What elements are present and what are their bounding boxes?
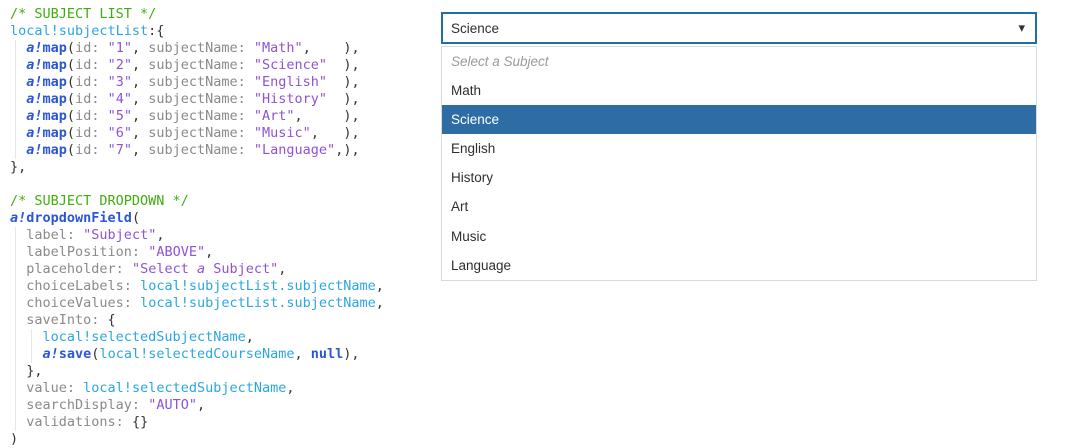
- code-line: searchDisplay: "AUTO",: [10, 397, 384, 414]
- indent-guide: [15, 40, 16, 159]
- code-line: a!map(id: "2", subjectName: "Science" ),: [10, 57, 384, 74]
- code-line: local!selectedSubjectName,: [10, 329, 384, 346]
- dropdown-option-language[interactable]: Language: [442, 251, 1036, 280]
- subject-dropdown-control[interactable]: Science ▾: [441, 12, 1037, 44]
- code-line: ): [10, 431, 384, 448]
- code-line: saveInto: {: [10, 312, 384, 329]
- code-line: /* SUBJECT DROPDOWN */: [10, 193, 384, 210]
- expression-editor-code[interactable]: /* SUBJECT LIST */local!subjectList:{ a!…: [10, 6, 384, 448]
- indent-guide: [15, 227, 16, 431]
- code-line: validations: {}: [10, 414, 384, 431]
- code-line: a!map(id: "7", subjectName: "Language",)…: [10, 142, 384, 159]
- dropdown-option-math[interactable]: Math: [442, 76, 1036, 105]
- indent-guide: [31, 329, 32, 363]
- code-line: /* SUBJECT LIST */: [10, 6, 384, 23]
- dropdown-option-music[interactable]: Music: [442, 222, 1036, 251]
- dropdown-option-history[interactable]: History: [442, 163, 1036, 192]
- code-line: label: "Subject",: [10, 227, 384, 244]
- code-line: a!save(local!selectedCourseName, null),: [10, 346, 384, 363]
- code-line: [10, 176, 384, 193]
- code-line: value: local!selectedSubjectName,: [10, 380, 384, 397]
- code-line: choiceValues: local!subjectList.subjectN…: [10, 295, 384, 312]
- code-line: placeholder: "Select a Subject",: [10, 261, 384, 278]
- code-line: a!dropdownField(: [10, 210, 384, 227]
- chevron-down-icon: ▾: [1018, 22, 1025, 35]
- code-line: a!map(id: "4", subjectName: "History" ),: [10, 91, 384, 108]
- code-line: a!map(id: "6", subjectName: "Music", ),: [10, 125, 384, 142]
- dropdown-option-art[interactable]: Art: [442, 192, 1036, 221]
- code-line: a!map(id: "5", subjectName: "Art", ),: [10, 108, 384, 125]
- code-line: a!map(id: "3", subjectName: "English" ),: [10, 74, 384, 91]
- code-line: local!subjectList:{: [10, 23, 384, 40]
- code-line: },: [10, 363, 384, 380]
- code-line: a!map(id: "1", subjectName: "Math", ),: [10, 40, 384, 57]
- dropdown-option-placeholder[interactable]: Select a Subject: [442, 47, 1036, 76]
- code-line: choiceLabels: local!subjectList.subjectN…: [10, 278, 384, 295]
- code-line: },: [10, 159, 384, 176]
- dropdown-option-science[interactable]: Science: [442, 105, 1036, 134]
- dropdown-menu: Select a SubjectMathScienceEnglishHistor…: [441, 46, 1037, 281]
- dropdown-option-english[interactable]: English: [442, 134, 1036, 163]
- code-line: labelPosition: "ABOVE",: [10, 244, 384, 261]
- dropdown-selected-value: Science: [451, 21, 1018, 36]
